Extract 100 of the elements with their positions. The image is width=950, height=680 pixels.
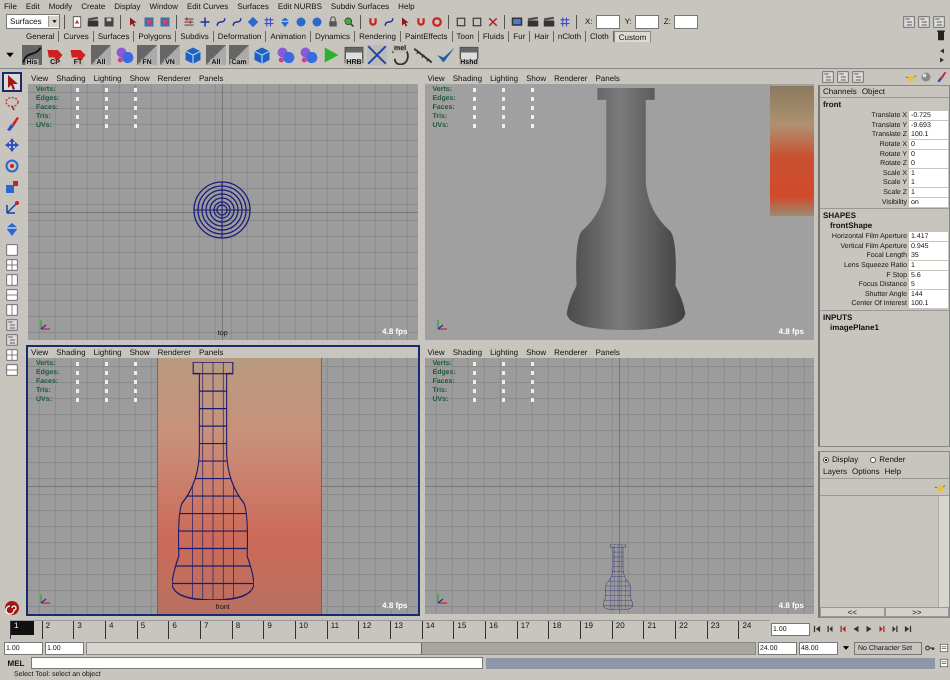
four-panes-button[interactable] [4,348,20,362]
menu-item[interactable]: Lighting [490,348,518,357]
play-back-button[interactable] [938,46,947,55]
range-slider[interactable] [86,642,756,654]
clapper-button[interactable] [85,14,100,29]
menu-item[interactable]: Lighting [94,74,122,83]
shelf-tab[interactable]: Subdivs [176,31,214,42]
shelf-tab[interactable]: Hair [530,31,554,42]
script-editor-button[interactable] [938,657,950,669]
menu-item[interactable]: View [428,74,445,83]
menu-item[interactable]: Renderer [554,348,588,357]
menu-item[interactable]: File [4,2,17,11]
menu-item[interactable]: Shading [452,348,482,357]
menu-item[interactable]: Renderer [554,74,588,83]
menu-item[interactable]: Edit NURBS [278,2,322,11]
outliner-button[interactable] [901,14,916,29]
outliner-button[interactable] [835,70,850,84]
shelf-tab[interactable]: Dynamics [310,31,356,42]
diamond-button[interactable] [245,14,260,29]
menu-item[interactable]: Layers [823,467,848,476]
menu-item[interactable]: Help [884,467,902,476]
shelf-tab[interactable]: General [22,31,60,42]
shelf-tab[interactable]: Animation [266,31,311,42]
tool-button[interactable] [2,72,22,92]
node-name[interactable]: front [820,98,844,111]
menu-item[interactable]: Panels [595,74,620,83]
menu-item[interactable]: Lighting [94,348,122,357]
ring-button[interactable] [429,14,444,29]
shelf-tab[interactable]: PaintEffects [400,31,453,42]
two-panes-button[interactable] [4,303,20,317]
radio-option[interactable]: Display [823,455,858,464]
two-panes-button[interactable] [4,273,20,287]
menu-item[interactable]: Channels [823,87,857,96]
script-editor-button[interactable] [938,642,950,654]
menu-item[interactable]: Panels [198,348,224,357]
menu-item[interactable]: Display [114,2,140,11]
shelf-tab[interactable]: Rendering [355,31,401,42]
radio-option[interactable]: Render [870,455,906,464]
range-slider-handle[interactable] [87,642,422,654]
page-button[interactable]: << [820,607,884,617]
menu-item[interactable]: View [31,74,48,83]
outliner-button[interactable] [4,333,20,347]
shelf-tab[interactable]: Fluids [478,31,510,42]
menu-item[interactable]: Panels [595,348,620,357]
shelf-tab[interactable]: Custom [614,31,652,42]
shelf-tab[interactable]: Curves [59,31,94,42]
command-input-field[interactable] [31,657,483,669]
outliner-button[interactable] [820,70,835,84]
four-panes-button[interactable] [4,258,20,272]
shelf-tab[interactable]: nCloth [554,31,586,42]
menu-item[interactable]: Shading [56,74,86,83]
page-button[interactable]: >> [884,607,949,617]
menu-item[interactable]: Renderer [158,74,191,83]
node-name[interactable]: frontShape [820,220,882,232]
menu-item[interactable]: Edit Curves [186,2,228,11]
menu-item[interactable]: Object [862,87,885,96]
menu-item[interactable]: Subdiv Surfaces [330,2,390,11]
menu-item[interactable]: Options [852,467,880,476]
time-slider[interactable]: 1 2 3 4 5 6 7 8 9 10 11 12 13 14 15 16 17 18 19 20 21 22 23 24 [10,620,770,638]
menu-item[interactable]: Edit [26,2,40,11]
menu-item[interactable]: Show [130,348,150,357]
menu-item[interactable]: Renderer [158,348,191,357]
menu-item[interactable]: Lighting [490,74,518,83]
menu-item[interactable]: Surfaces [237,2,269,11]
coordinate-field[interactable] [634,14,659,28]
stacked-panes-button[interactable] [4,288,20,302]
menu-item[interactable]: Show [130,74,150,83]
menu-item[interactable]: View [31,348,48,357]
outliner-button[interactable] [4,318,20,332]
menu-set-dropdown[interactable]: Surfaces [6,14,60,29]
shelf-tab[interactable]: Fur [509,31,530,42]
menu-item[interactable]: Panels [198,74,224,83]
first-frame-button[interactable] [811,623,823,635]
menu-item[interactable]: Show [526,74,546,83]
radio-button[interactable] [870,456,876,462]
spiral-button[interactable] [2,598,22,618]
node-name[interactable]: imagePlane1 [820,322,889,334]
outliner-button[interactable] [850,70,865,84]
outliner-button[interactable] [931,14,946,29]
outliner-button[interactable] [916,14,931,29]
shelf-button[interactable] [366,44,388,66]
coordinate-field[interactable] [674,14,698,28]
clapper-button[interactable] [541,14,556,29]
shelf-tab[interactable]: Polygons [134,31,176,42]
radio-button[interactable] [823,456,829,462]
shelf-tab[interactable]: Surfaces [94,31,134,42]
single-pane-button[interactable] [4,243,20,257]
coordinate-field[interactable] [596,14,620,28]
menu-item[interactable]: Create [81,2,106,11]
stacked-panes-button[interactable] [4,363,20,377]
menu-item[interactable]: Shading [452,74,482,83]
menu-item[interactable]: Window [150,2,178,11]
menu-item[interactable]: Help [398,2,415,11]
last-frame-button[interactable] [902,623,914,635]
menu-item[interactable]: View [428,348,445,357]
scroll-bar[interactable] [938,496,949,607]
clapper-button[interactable] [525,14,540,29]
menu-item[interactable]: Shading [56,348,86,357]
menu-item[interactable]: Show [526,348,546,357]
shelf-tab[interactable]: Toon [452,31,479,42]
